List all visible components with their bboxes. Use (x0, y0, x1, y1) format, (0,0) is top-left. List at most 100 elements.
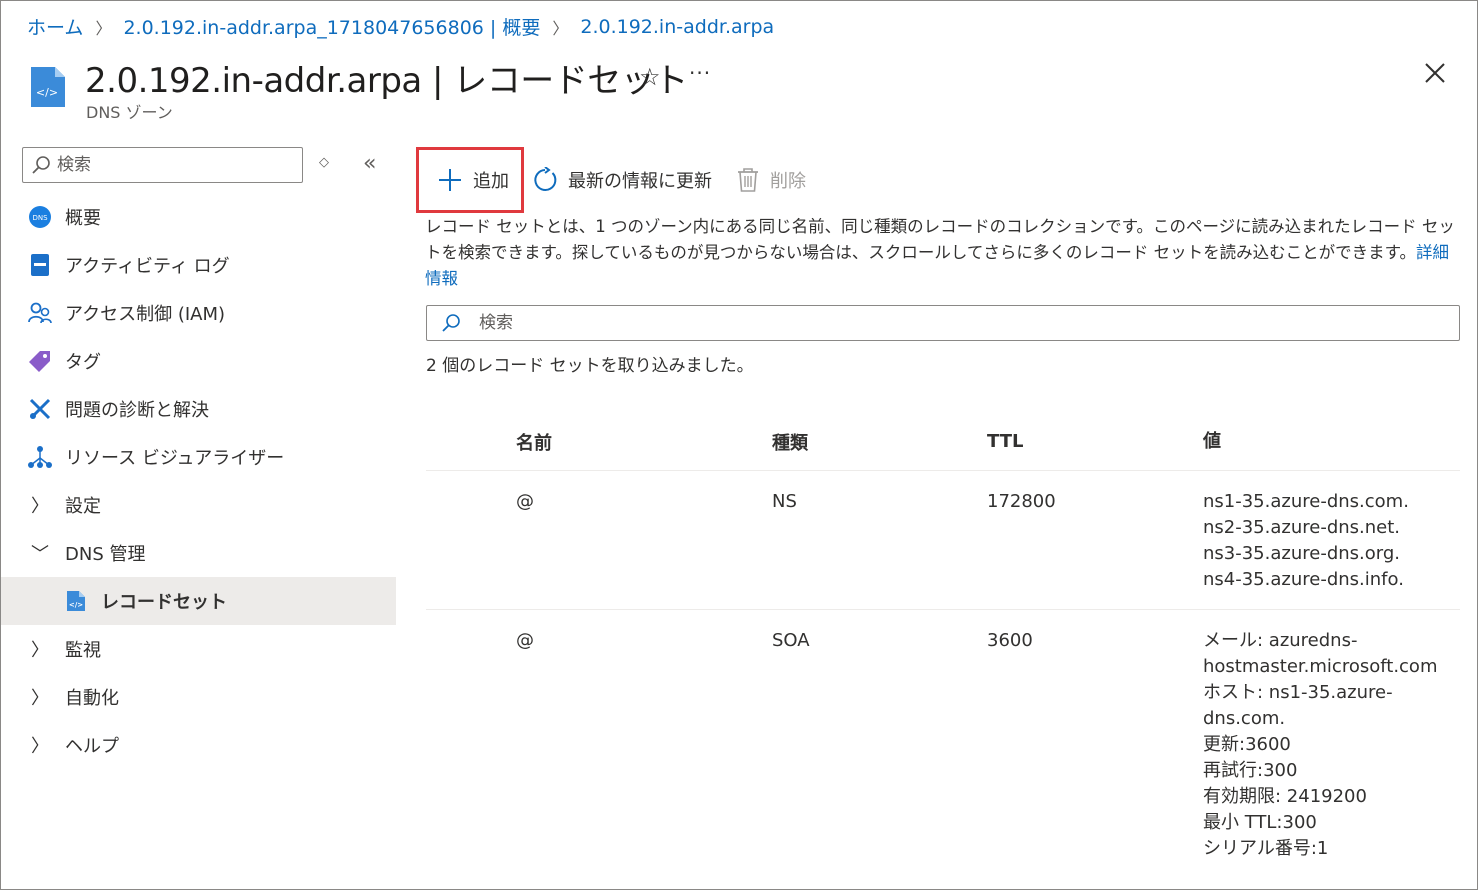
table-row[interactable]: @ SOA 3600 メール: azuredns- hostmaster.mic… (426, 610, 1460, 878)
value-line: ns1-35.azure-dns.com. (1203, 491, 1409, 512)
value-line: シリアル番号:1 (1203, 838, 1329, 859)
activity-log-icon (27, 252, 53, 278)
chevron-right-icon: 〉 (552, 18, 569, 38)
record-set-icon: </> (63, 588, 89, 614)
sidebar-item-dns-management[interactable]: ﹀ DNS 管理 (1, 529, 396, 577)
value-line: ns3-35.azure-dns.org. (1203, 543, 1400, 564)
chevron-down-icon: ﹀ (31, 544, 49, 565)
sidebar-item-resource-visualizer[interactable]: リソース ビジュアライザー (1, 433, 396, 481)
sidebar-item-iam[interactable]: アクセス制御 (IAM) (1, 289, 396, 337)
sidebar-item-label: アクティビティ ログ (65, 256, 230, 277)
page-title: 2.0.192.in-addr.arpa | レコードセット (85, 61, 688, 101)
wrench-icon (27, 396, 53, 422)
sidebar-item-label: ヘルプ (65, 736, 119, 757)
record-count-status: 2 個のレコード セットを取り込みました。 (426, 356, 754, 376)
cell-value: メール: azuredns- hostmaster.microsoft.com … (1203, 628, 1460, 862)
cell-ttl: 3600 (987, 630, 1033, 651)
sidebar-item-label: 設定 (65, 496, 101, 517)
breadcrumb-zone[interactable]: 2.0.192.in-addr.arpa (580, 16, 774, 38)
record-sets-table: 名前 種類 TTL 値 @ NS 172800 ns1-35.azure-dns… (426, 413, 1460, 878)
breadcrumb-home[interactable]: ホーム (27, 13, 83, 40)
sort-icon[interactable]: ◇ (319, 155, 329, 170)
trash-icon (738, 168, 758, 192)
sidebar-item-record-sets[interactable]: </> レコードセット (1, 577, 396, 625)
column-header-ttl[interactable]: TTL (987, 431, 1203, 452)
cell-value: ns1-35.azure-dns.com. ns2-35.azure-dns.n… (1203, 489, 1460, 593)
dns-zone-icon: DNS (27, 204, 53, 230)
plus-icon (439, 169, 461, 191)
star-icon[interactable]: ☆ (639, 63, 661, 91)
chevron-right-icon: 〉 (31, 736, 49, 757)
refresh-icon (534, 167, 557, 191)
sidebar-item-label: DNS 管理 (65, 544, 146, 565)
sidebar-item-label: 概要 (65, 208, 101, 229)
record-search[interactable] (426, 305, 1460, 341)
cell-name[interactable]: @ (426, 489, 772, 593)
add-button-label: 追加 (473, 171, 509, 192)
breadcrumb: ホーム 〉 2.0.192.in-addr.arpa_1718047656806… (27, 13, 774, 40)
column-header-name[interactable]: 名前 (426, 429, 772, 455)
search-icon (32, 156, 50, 174)
sidebar-item-label: 監視 (65, 640, 101, 661)
sidebar-search-input[interactable] (57, 155, 287, 175)
value-line: dns.com. (1203, 708, 1286, 729)
value-line: ホスト: ns1-35.azure- (1203, 682, 1393, 703)
close-icon[interactable] (1421, 59, 1449, 87)
sidebar-item-monitoring[interactable]: 〉 監視 (1, 625, 396, 673)
collapse-sidebar-icon[interactable]: « (363, 151, 376, 176)
refresh-button-label: 最新の情報に更新 (568, 171, 712, 192)
value-line: 更新:3600 (1203, 734, 1291, 755)
tag-icon (27, 348, 53, 374)
description-text: レコード セットとは、1 つのゾーン内にある同じ名前、同じ種類のレコードのコレク… (425, 217, 1455, 262)
people-icon (27, 300, 53, 326)
sidebar-item-label: タグ (65, 352, 101, 373)
value-line: ns4-35.azure-dns.info. (1203, 569, 1404, 590)
sidebar-item-label: レコードセット (101, 592, 227, 613)
sidebar-item-overview[interactable]: DNS 概要 (1, 193, 396, 241)
sidebar-item-diagnose[interactable]: 問題の診断と解決 (1, 385, 396, 433)
hierarchy-icon (27, 444, 53, 470)
cell-type: SOA (772, 630, 810, 651)
value-line: メール: azuredns- (1203, 630, 1358, 651)
dns-zone-file-icon: </> (31, 67, 65, 107)
table-row[interactable]: @ NS 172800 ns1-35.azure-dns.com. ns2-35… (426, 471, 1460, 610)
sidebar-item-label: リソース ビジュアライザー (65, 448, 285, 469)
column-header-value[interactable]: 値 (1203, 429, 1460, 455)
table-header: 名前 種類 TTL 値 (426, 413, 1460, 471)
chevron-right-icon: 〉 (31, 496, 49, 517)
record-search-input[interactable] (479, 313, 1439, 333)
sidebar-item-label: アクセス制御 (IAM) (65, 304, 226, 325)
value-line: 再試行:300 (1203, 760, 1298, 781)
more-icon[interactable]: ··· (689, 61, 711, 85)
svg-text:DNS: DNS (32, 214, 48, 222)
svg-text:</>: </> (69, 601, 83, 609)
sidebar-item-activity-log[interactable]: アクティビティ ログ (1, 241, 396, 289)
breadcrumb-zone-overview[interactable]: 2.0.192.in-addr.arpa_1718047656806 | 概要 (123, 13, 540, 40)
sidebar-item-settings[interactable]: 〉 設定 (1, 481, 396, 529)
sidebar-item-automation[interactable]: 〉 自動化 (1, 673, 396, 721)
add-button[interactable]: 追加 (416, 147, 524, 213)
sidebar-item-label: 自動化 (65, 688, 119, 709)
chevron-right-icon: 〉 (31, 640, 49, 661)
description: レコード セットとは、1 つのゾーン内にある同じ名前、同じ種類のレコードのコレク… (425, 214, 1455, 292)
value-line: 有効期限: 2419200 (1203, 786, 1367, 807)
sidebar-nav: DNS 概要 アクティビティ ログ アクセス制御 (IAM) タグ 問題の診断と… (1, 193, 396, 769)
chevron-right-icon: 〉 (31, 688, 49, 709)
svg-text:</>: </> (36, 86, 58, 99)
value-line: 最小 TTL:300 (1203, 812, 1317, 833)
search-icon (442, 314, 460, 332)
page-subtitle: DNS ゾーン (86, 103, 173, 122)
delete-button[interactable]: 削除 (736, 167, 806, 193)
column-header-type[interactable]: 種類 (772, 429, 987, 455)
chevron-right-icon: 〉 (95, 18, 112, 38)
value-line: hostmaster.microsoft.com (1203, 656, 1438, 677)
sidebar-search[interactable] (22, 147, 303, 183)
sidebar-item-tags[interactable]: タグ (1, 337, 396, 385)
command-bar: 追加 最新の情報に更新 削除 (416, 147, 806, 213)
cell-name[interactable]: @ (426, 628, 772, 862)
sidebar-item-label: 問題の診断と解決 (65, 400, 209, 421)
delete-button-label: 削除 (770, 171, 806, 192)
cell-ttl: 172800 (987, 491, 1056, 512)
sidebar-item-help[interactable]: 〉 ヘルプ (1, 721, 396, 769)
refresh-button[interactable]: 最新の情報に更新 (532, 167, 712, 193)
